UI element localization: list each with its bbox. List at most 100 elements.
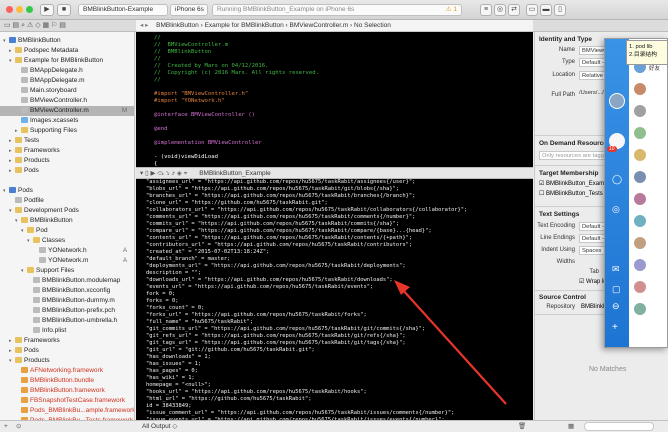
chat-window[interactable]: 10 ◯ ◎ ✉ ▢ ⊖ + 好友 [604,38,668,348]
code-line[interactable]: // Created by Mars on 04/12/2016. [136,63,533,70]
navigator-toggle-button[interactable]: ▭ [526,4,538,16]
navigator-row[interactable]: BMAppDelegate.h [0,66,134,76]
navigator-row[interactable]: ▾ Products [0,356,134,366]
jumpbar-project[interactable]: BMBlinkButton [156,22,199,29]
navigator-row[interactable]: ▾ BMBlinkButton [0,36,134,46]
navigator-row[interactable]: Podfile [0,196,134,206]
jumpbar-group[interactable]: Example for BMBlinkButton [205,22,284,29]
chat-contact-avatar[interactable] [634,171,646,183]
target-example-checkbox[interactable]: ☑ BMBlinkButton_Example [539,180,612,187]
mail-icon[interactable]: ✉ [612,264,620,275]
library-filter-input[interactable] [584,422,654,431]
jumpbar-file[interactable]: BMViewController.m [289,22,348,29]
code-line[interactable]: @end [136,126,533,133]
code-line[interactable]: // [136,35,533,42]
assistant-editor-button[interactable]: ◎ [494,4,506,16]
code-line[interactable]: @interface BMViewController () [136,112,533,119]
chat-contact-avatar[interactable] [634,215,646,227]
navigator-row[interactable]: BMBlinkButton-prefix.pch [0,306,134,316]
chat-contact-avatar[interactable] [634,149,646,161]
navigator-row[interactable]: ▾ Classes [0,236,134,246]
navigator-row[interactable]: ▾ BMBlinkButton [0,216,134,226]
navigator-row[interactable]: ▾ Support Files [0,266,134,276]
navigator-row[interactable]: ▸ Products [0,156,134,166]
zoom-window-icon[interactable] [26,6,33,13]
code-line[interactable]: // BMBlinkButton [136,49,533,56]
navigator-row[interactable]: Main.storyboard [0,86,134,96]
navigator-row[interactable]: FBSnapshotTestCase.framework [0,396,134,406]
navigator-row[interactable]: BMViewController.h [0,96,134,106]
chat-contact-avatar[interactable] [634,83,646,95]
settings-icon[interactable]: ⊖ [612,301,620,312]
code-line[interactable]: #import "YONetwork.h" [136,98,533,105]
contacts-icon[interactable]: ◯ [612,174,622,185]
navigator-row[interactable]: BMBlinkButton-dummy.m [0,296,134,306]
code-line[interactable]: // BMViewController.m [136,42,533,49]
navigator-row[interactable]: Images.xcassets [0,116,134,126]
navigator-row[interactable]: BMBlinkButton-umbrella.h [0,316,134,326]
version-editor-button[interactable]: ⇄ [508,4,520,16]
scheme-selector[interactable]: BMBlinkButton-Example [78,4,168,16]
avatar[interactable] [609,93,625,109]
navigator-row[interactable]: ▸ Frameworks [0,336,134,346]
navigator-row[interactable]: ▸ Supporting Files [0,126,134,136]
inspector-toggle-button[interactable]: ▯ [554,4,566,16]
navigator-row[interactable]: BMBlinkButton.xcconfig [0,286,134,296]
back-forward-icons[interactable]: ◂ ▸ [140,22,148,29]
grid-view-icon[interactable]: ▦ [568,421,574,432]
chat-contact-avatar[interactable] [634,259,646,271]
run-button[interactable]: ▶ [40,4,54,16]
stop-button[interactable]: ■ [57,4,71,16]
chat-contact-avatar[interactable] [634,237,646,249]
trash-icon[interactable]: 🗑 [518,421,526,432]
navigator-row[interactable]: BMViewController.m M [0,106,134,116]
device-selector[interactable]: iPhone 6s [170,4,208,16]
navigator-row[interactable]: ▾ Pods [0,186,134,196]
navigator-row[interactable]: ▸ Frameworks [0,146,134,156]
files-icon[interactable]: ▢ [612,284,621,295]
jumpbar-symbol[interactable]: No Selection [354,22,391,29]
navigator-row[interactable]: YONetwork.m A [0,256,134,266]
add-file-icon[interactable]: + [4,421,8,432]
navigator-row[interactable]: ▾ Pod [0,226,134,236]
navigator-row[interactable]: BMBlinkButton.framework [0,386,134,396]
navigator-row[interactable]: ▸ Pods [0,166,134,176]
navigator-row[interactable]: YONetwork.h A [0,246,134,256]
navigator-row[interactable]: ▸ Pods [0,346,134,356]
groups-icon[interactable]: ◎ [612,204,620,215]
standard-editor-button[interactable]: ≡ [480,4,492,16]
debug-toggle-button[interactable]: ▬ [540,4,552,16]
code-line[interactable]: // [136,56,533,63]
code-line[interactable] [136,105,533,112]
code-line[interactable] [136,133,533,140]
add-icon[interactable]: + [612,322,618,333]
output-selector[interactable]: All Output ◇ [142,421,177,432]
navigator-row[interactable]: BMBlinkButton.modulemap [0,276,134,286]
source-editor[interactable]: //// BMViewController.m// BMBlinkButton /… [136,32,533,167]
navigator-row[interactable]: BMAppDelegate.m [0,76,134,86]
chat-contact-avatar[interactable] [634,105,646,117]
navigator-icons[interactable]: ▭ ▤ ⌕ ⚠ ◇ ▦ ⚐ ▤ [4,21,66,30]
chat-contact-avatar[interactable] [634,303,646,315]
navigator-row[interactable]: BMBlinkButton.bundle [0,376,134,386]
navigator-row[interactable]: ▾ Example for BMBlinkButton [0,56,134,66]
code-line[interactable] [136,147,533,154]
minimize-window-icon[interactable] [16,6,23,13]
code-line[interactable]: #import "BMViewController.h" [136,91,533,98]
warning-icon[interactable]: ⚠ 1 [446,5,457,15]
chat-contact-avatar[interactable] [634,193,646,205]
code-line[interactable] [136,119,533,126]
chat-contact-avatar[interactable] [634,281,646,293]
navigator-row[interactable]: ▾ Development Pods [0,206,134,216]
navigator-row[interactable]: Info.plist [0,326,134,336]
code-line[interactable]: // Copyright (c) 2016 Mars. All rights r… [136,70,533,77]
chat-contact-avatar[interactable] [634,127,646,139]
code-line[interactable] [136,84,533,91]
close-window-icon[interactable] [6,6,13,13]
filter-icon[interactable]: ⊙ [16,421,21,432]
code-line[interactable]: // [136,77,533,84]
code-line[interactable]: @implementation BMViewController [136,140,533,147]
navigator-row[interactable] [0,176,134,186]
navigator-row[interactable]: AFNetworking.framework [0,366,134,376]
target-tests-checkbox[interactable]: ☐ BMBlinkButton_Tests [539,190,603,197]
